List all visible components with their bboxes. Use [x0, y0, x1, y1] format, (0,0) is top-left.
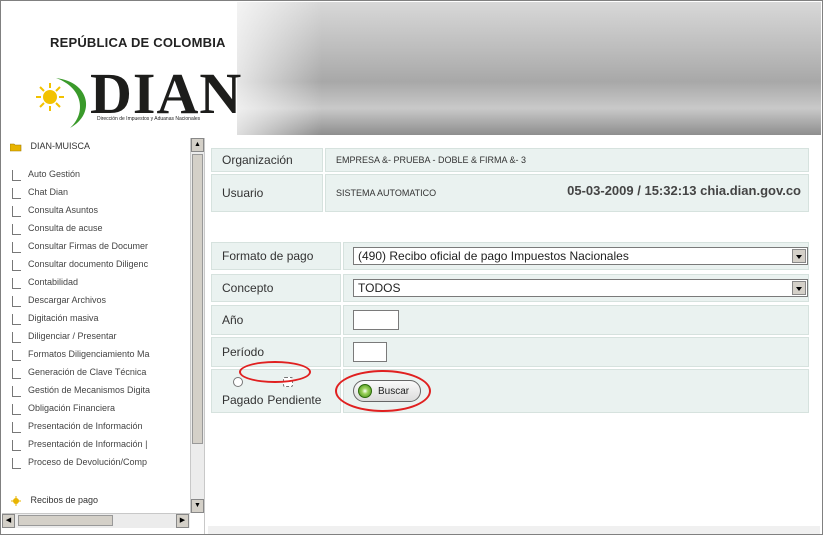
status-strip [208, 526, 820, 534]
tree-branch [12, 440, 21, 451]
sidebar-folder-label: Recibos de pago [30, 495, 99, 505]
formato-label: Formato de pago [211, 242, 341, 270]
anio-row: Año [211, 305, 811, 335]
sidebar-item-label: Descargar Archivos [28, 295, 107, 305]
tree-branch [12, 206, 21, 217]
tree-branch [12, 350, 21, 361]
scroll-thumb[interactable] [192, 154, 203, 444]
main-panel: Organización EMPRESA &- PRUEBA - DOBLE &… [208, 138, 820, 534]
sidebar-item-label: Consulta de acuse [28, 223, 103, 233]
formato-row: Formato de pago (490) Recibo oficial de … [211, 242, 811, 270]
tree-branch [12, 224, 21, 235]
header-banner: REPÚBLICA DE COLOMBIA DIAN Dirección de … [2, 2, 821, 135]
org-row: Organización EMPRESA &- PRUEBA - DOBLE &… [211, 148, 811, 172]
tree-branch [12, 458, 21, 469]
chevron-down-icon[interactable] [792, 281, 806, 295]
scroll-down-icon[interactable]: ▼ [191, 499, 204, 513]
sidebar-menu: DIAN-MUISCA Auto Gestión Chat Dian Consu… [2, 138, 205, 534]
sidebar-item-label: Digitación masiva [28, 313, 99, 323]
tree-root-label: DIAN-MUISCA [30, 141, 91, 151]
sidebar-horizontal-scrollbar[interactable]: ◀ ▶ [2, 513, 190, 528]
concepto-select[interactable]: TODOS [353, 279, 808, 297]
concepto-label: Concepto [211, 274, 341, 302]
anio-cell [343, 305, 809, 335]
sidebar-item-label: Proceso de Devolución/Comp [28, 457, 148, 467]
sidebar-item-label: Diligenciar / Presentar [28, 331, 117, 341]
pagado-radio[interactable] [233, 377, 243, 387]
sidebar-item-label: Presentación de Información [28, 421, 143, 431]
sidebar-folder-recibos[interactable]: Recibos de pago [10, 495, 98, 506]
tree-branch [12, 386, 21, 397]
tree-branch [12, 332, 21, 343]
sidebar-item-label: Consultar Firmas de Documer [28, 241, 149, 251]
scroll-left-icon[interactable]: ◀ [2, 514, 15, 528]
sidebar-item-label: Auto Gestión [28, 169, 81, 179]
dian-logo-text: DIAN [90, 61, 243, 126]
sidebar-item-label: Generación de Clave Técnica [28, 367, 147, 377]
tree-branch [12, 296, 21, 307]
org-value: EMPRESA &- PRUEBA - DOBLE & FIRMA &- 3 [325, 148, 809, 172]
sidebar-item-label: Contabilidad [28, 277, 79, 287]
tree-branch [12, 314, 21, 325]
periodo-cell [343, 337, 809, 367]
tree-branch [12, 188, 21, 199]
menu-tree: DIAN-MUISCA Auto Gestión Chat Dian Consu… [2, 138, 190, 513]
sidebar-item-label: Gestión de Mecanismos Digita [28, 385, 151, 395]
annotation-ellipse-radios [239, 361, 311, 383]
folder-open-icon [10, 143, 22, 151]
concepto-row: Concepto TODOS [211, 274, 811, 302]
tree-root[interactable]: DIAN-MUISCA [10, 141, 90, 152]
datetime-host: 05-03-2009 / 15:32:13 chia.dian.gov.co [567, 183, 801, 198]
scroll-right-icon[interactable]: ▶ [176, 514, 189, 528]
building-photo [237, 2, 821, 135]
scroll-up-icon[interactable]: ▲ [191, 138, 204, 152]
periodo-row: Período [211, 337, 811, 367]
annotation-ellipse-button [335, 370, 431, 412]
window-frame: REPÚBLICA DE COLOMBIA DIAN Dirección de … [0, 0, 823, 535]
tree-branch [12, 404, 21, 415]
pagado-label: Pagado [222, 393, 264, 407]
periodo-input[interactable] [353, 342, 387, 362]
tree-branch [12, 422, 21, 433]
formato-select-value: (490) Recibo oficial de pago Impuestos N… [358, 249, 629, 263]
tree-branch [12, 368, 21, 379]
chevron-down-icon[interactable] [792, 249, 806, 263]
concepto-select-value: TODOS [358, 281, 401, 295]
tree-branch [12, 260, 21, 271]
country-title: REPÚBLICA DE COLOMBIA [50, 35, 226, 50]
scroll-thumb-horizontal[interactable] [18, 515, 113, 526]
sidebar-item-label: Presentación de Información | [28, 439, 148, 449]
sidebar-vertical-scrollbar[interactable]: ▲ ▼ [190, 138, 204, 513]
anio-label: Año [211, 305, 341, 335]
user-row: Usuario SISTEMA AUTOMATICO 05-03-2009 / … [211, 174, 811, 212]
sidebar-item-label: Chat Dian [28, 187, 69, 197]
anio-input[interactable] [353, 310, 399, 330]
sidebar-item-label: Consultar documento Diligenc [28, 259, 149, 269]
org-label: Organización [211, 148, 323, 172]
sidebar-item-label: Formatos Diligenciamiento Ma [28, 349, 150, 359]
tree-branch [12, 170, 21, 181]
tree-branch [12, 242, 21, 253]
sidebar-item-label: Obligación Financiera [28, 403, 116, 413]
folder-icon [11, 495, 21, 506]
user-label: Usuario [211, 174, 323, 212]
formato-select[interactable]: (490) Recibo oficial de pago Impuestos N… [353, 247, 808, 265]
logo-subtitle: Dirección de Impuestos y Aduanas Naciona… [97, 116, 201, 122]
sidebar-item-label: Consulta Asuntos [28, 205, 99, 215]
tree-branch [12, 278, 21, 289]
pendiente-label: Pendiente [267, 393, 322, 407]
user-value: SISTEMA AUTOMATICO [336, 188, 437, 198]
